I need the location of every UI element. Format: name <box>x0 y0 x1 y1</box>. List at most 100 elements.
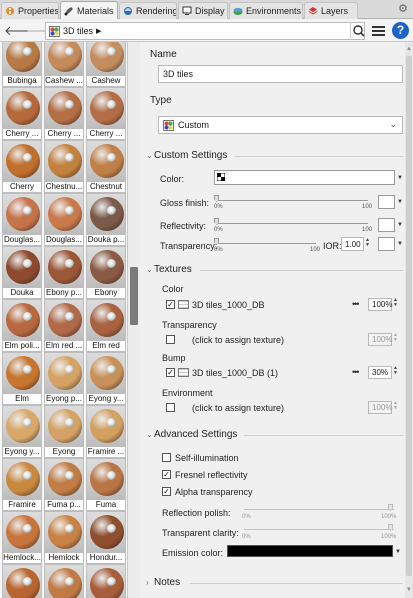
transparent-clarity-slider[interactable] <box>244 529 394 530</box>
gear-icon[interactable]: ⚙ <box>398 4 409 15</box>
reflection-polish-max-tick: 100% <box>381 514 397 520</box>
breadcrumb[interactable]: 3D tiles ▶ <box>45 22 365 40</box>
material-tile[interactable]: Elm poli... <box>2 299 42 352</box>
emission-color-swatch[interactable] <box>227 545 393 557</box>
material-tile[interactable]: Douglas... <box>44 193 84 246</box>
material-tile[interactable]: Douka p... <box>86 193 126 246</box>
scroll-down-icon[interactable]: ▼ <box>406 587 412 593</box>
material-tile[interactable]: Fuma p... <box>44 458 84 511</box>
tab-materials[interactable]: Materials <box>60 1 118 19</box>
reflection-polish-slider[interactable] <box>244 509 394 510</box>
textures-header[interactable]: ⌄Textures <box>146 264 192 275</box>
material-tile[interactable]: Douglas... <box>2 193 42 246</box>
material-tile[interactable]: Hondur... <box>86 511 126 564</box>
material-tile[interactable]: Elm <box>2 352 42 405</box>
tab-display[interactable]: Display <box>178 2 228 19</box>
reflectivity-menu-arrow-icon[interactable]: ▼ <box>397 222 403 228</box>
texture-transparency-checkbox[interactable] <box>166 335 175 344</box>
ior-stepper[interactable]: ▲ ▼ <box>365 238 371 248</box>
texture-bump-checkbox[interactable]: ✓ <box>166 368 175 377</box>
material-tile[interactable]: Douka <box>2 246 42 299</box>
more-options-icon[interactable]: ••• <box>352 367 360 377</box>
emission-menu-arrow-icon[interactable]: ▼ <box>395 549 401 555</box>
texture-environment-stepper[interactable]: ▲ ▼ <box>393 401 399 411</box>
material-tile[interactable]: Chestnut <box>86 140 126 193</box>
material-tile[interactable] <box>44 564 84 598</box>
custom-settings-header[interactable]: ⌄Custom Settings <box>146 150 227 161</box>
material-tile[interactable] <box>86 564 126 598</box>
texture-bump-stepper[interactable]: ▲ ▼ <box>393 366 399 376</box>
texture-environment-checkbox[interactable] <box>166 403 175 412</box>
texture-bump-amount[interactable]: 30% <box>368 366 392 379</box>
material-tile[interactable]: Cherry ... <box>44 87 84 140</box>
color-menu-arrow-icon[interactable]: ▼ <box>397 175 403 181</box>
forward-arrow-icon[interactable]: 🡒 <box>26 24 61 38</box>
material-tile[interactable]: Eyong <box>44 405 84 458</box>
texture-transparency-amount[interactable]: 100% <box>368 333 392 346</box>
gloss-menu-arrow-icon[interactable]: ▼ <box>397 199 403 205</box>
reflectivity-slider[interactable] <box>216 223 368 224</box>
properties-icon <box>5 6 15 16</box>
material-tile[interactable]: Hemlock... <box>2 511 42 564</box>
breadcrumb-arrow-icon[interactable]: ▶ <box>96 27 101 35</box>
material-tile[interactable]: Eyong p... <box>44 352 84 405</box>
material-tile[interactable]: Ebony <box>86 246 126 299</box>
texture-transparency-stepper[interactable]: ▲ ▼ <box>393 333 399 343</box>
alpha-transparency-checkbox[interactable]: ✓ <box>162 487 171 496</box>
material-thumbnail <box>86 352 126 394</box>
material-tile[interactable]: Cherry <box>2 140 42 193</box>
material-tile[interactable]: Hemlock <box>44 511 84 564</box>
material-tile[interactable] <box>2 564 42 598</box>
self-illumination-checkbox[interactable] <box>162 453 171 462</box>
splitter-grip[interactable] <box>130 267 138 325</box>
more-options-icon[interactable]: ••• <box>352 299 360 309</box>
gloss-slider[interactable] <box>216 200 368 201</box>
advanced-settings-header[interactable]: ⌄Advanced Settings <box>146 429 237 440</box>
material-tile[interactable]: Cashew ... <box>44 42 84 87</box>
material-tile[interactable]: Cherry ... <box>86 87 126 140</box>
panel-splitter[interactable]: ⇔ <box>128 42 149 598</box>
transparency-menu-arrow-icon[interactable]: ▼ <box>397 241 403 247</box>
type-value: Custom <box>178 120 210 130</box>
texture-environment-assign[interactable]: (click to assign texture) <box>192 403 284 413</box>
texture-color-stepper[interactable]: ▲ ▼ <box>393 298 399 308</box>
menu-icon[interactable] <box>372 24 385 37</box>
ior-field[interactable]: 1.00 <box>341 237 364 251</box>
tab-rendering[interactable]: Rendering <box>119 2 177 19</box>
texture-color-checkbox[interactable]: ✓ <box>166 300 175 309</box>
texture-color-name[interactable]: 3D tiles_1000_DB <box>192 300 265 310</box>
tab-environments[interactable]: Environments <box>229 2 303 19</box>
material-tile[interactable]: Chestnu... <box>44 140 84 193</box>
reflectivity-swatch[interactable] <box>378 218 395 232</box>
material-tile[interactable]: Elm red ... <box>44 299 84 352</box>
transparency-slider[interactable] <box>216 243 316 244</box>
search-icon[interactable] <box>350 22 366 40</box>
material-tile[interactable]: Fuma <box>86 458 126 511</box>
material-tile[interactable]: Elm red <box>86 299 126 352</box>
type-dropdown[interactable]: Custom ⌄ <box>158 116 403 134</box>
scroll-up-icon[interactable]: ▲ <box>406 46 412 52</box>
notes-header[interactable]: › Notes <box>146 577 180 588</box>
color-swatch[interactable] <box>214 170 395 185</box>
fresnel-checkbox[interactable]: ✓ <box>162 470 171 479</box>
material-tile[interactable]: Eyong y... <box>86 352 126 405</box>
material-tile[interactable]: Framire ... <box>86 405 126 458</box>
material-tile[interactable]: Ebony p... <box>44 246 84 299</box>
texture-color-amount[interactable]: 100% <box>368 298 392 311</box>
transparency-swatch[interactable] <box>378 237 395 251</box>
material-name-field[interactable]: 3D tiles <box>158 65 403 83</box>
help-icon[interactable]: ? <box>392 22 409 39</box>
texture-bump-name[interactable]: 3D tiles_1000_DB (1) <box>192 368 278 378</box>
texture-environment-amount[interactable]: 100% <box>368 401 392 414</box>
texture-transparency-assign[interactable]: (click to assign texture) <box>192 335 284 345</box>
material-tile[interactable]: Cherry ... <box>2 87 42 140</box>
material-tile[interactable]: Framire <box>2 458 42 511</box>
material-tile[interactable]: Cashew <box>86 42 126 87</box>
properties-scrollbar-thumb[interactable] <box>406 56 412 576</box>
back-arrow-icon[interactable]: 🡐 <box>4 24 39 38</box>
gloss-swatch[interactable] <box>378 195 395 209</box>
tab-layers[interactable]: Layers <box>304 2 358 19</box>
material-tile[interactable]: Bubinga <box>2 42 42 87</box>
material-tile[interactable]: Eyong y... <box>2 405 42 458</box>
tab-properties[interactable]: Properties <box>1 2 59 19</box>
